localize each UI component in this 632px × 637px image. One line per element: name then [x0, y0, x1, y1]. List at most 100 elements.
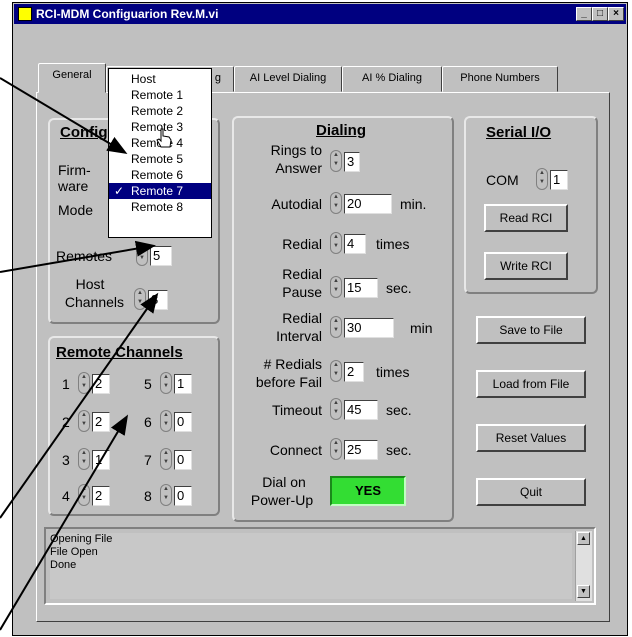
dial-power-label-1: Dial on [262, 474, 306, 490]
remote-channel-field[interactable]: 0 [174, 486, 192, 506]
com-stepper[interactable]: ▲ ▼ [536, 168, 548, 190]
rings-label-2: Answer [275, 160, 322, 176]
load-from-file-button[interactable]: Load from File [476, 370, 586, 398]
rings-stepper[interactable]: ▲ ▼ [330, 150, 342, 172]
log-line: Done [50, 559, 77, 571]
remote-channel-field[interactable]: 1 [174, 374, 192, 394]
tab-phone-numbers[interactable]: Phone Numbers [442, 66, 558, 92]
remote-channel-stepper[interactable]: ▲ ▼ [160, 372, 172, 394]
scroll-up-icon[interactable]: ▲ [577, 532, 590, 545]
log-scrollbar[interactable]: ▲ ▼ [575, 531, 592, 601]
redial-pause-label-2: Pause [282, 284, 322, 300]
dropdown-item-label: Remote 7 [131, 184, 184, 198]
redial-stepper[interactable]: ▲ ▼ [330, 232, 342, 254]
write-rci-button[interactable]: Write RCI [484, 252, 568, 280]
remote-channel-stepper[interactable]: ▲ ▼ [160, 484, 172, 506]
autodial-label: Autodial [271, 196, 322, 212]
remote-channel-stepper[interactable]: ▲ ▼ [78, 410, 90, 432]
connect-label: Connect [269, 442, 322, 458]
timeout-unit: sec. [386, 402, 412, 418]
hand-cursor-icon [156, 128, 172, 148]
redials-fail-field[interactable]: 2 [344, 362, 364, 382]
tab-ai-level-dialing[interactable]: AI Level Dialing [234, 66, 342, 92]
remotes-stepper[interactable]: ▲ ▼ [136, 244, 148, 266]
remote-channel-label: 5 [144, 376, 152, 392]
redial-interval-unit: min [410, 320, 433, 336]
dropdown-item-remote-1[interactable]: Remote 1 [109, 87, 211, 103]
tab-general[interactable]: General [38, 63, 106, 93]
redial-pause-unit: sec. [386, 280, 412, 296]
autodial-unit: min. [400, 196, 427, 212]
remotes-field[interactable]: 5 [150, 246, 172, 266]
autodial-stepper[interactable]: ▲ ▼ [330, 192, 342, 214]
remote-channel-label: 2 [62, 414, 70, 430]
config-header: Config [60, 124, 108, 141]
timeout-label: Timeout [271, 402, 322, 418]
remote-channel-label: 6 [144, 414, 152, 430]
save-to-file-button[interactable]: Save to File [476, 316, 586, 344]
remote-channel-field[interactable]: 1 [92, 450, 110, 470]
mode-label: Mode [58, 202, 94, 218]
dropdown-item-remote-7[interactable]: ✓ Remote 7 [109, 183, 211, 199]
remote-channel-label: 7 [144, 452, 152, 468]
redial-pause-stepper[interactable]: ▲ ▼ [330, 276, 342, 298]
close-icon[interactable]: × [608, 7, 624, 21]
tab-ai-percent-dialing[interactable]: AI % Dialing [342, 66, 442, 92]
autodial-field[interactable]: 20 [344, 194, 392, 214]
host-channels-label-2: Channels [64, 294, 124, 310]
remote-channel-field[interactable]: 2 [92, 412, 110, 432]
host-channels-label-1: Host [75, 276, 105, 292]
connect-field[interactable]: 25 [344, 440, 378, 460]
com-field[interactable]: 1 [550, 170, 568, 190]
redial-interval-field[interactable]: 30 [344, 318, 394, 338]
redial-interval-stepper[interactable]: ▲ ▼ [330, 316, 342, 338]
minimize-icon[interactable]: _ [576, 7, 592, 21]
mode-dropdown-menu[interactable]: Host Remote 1 Remote 2 Remote 3 Remote 4… [108, 68, 212, 238]
connect-stepper[interactable]: ▲ ▼ [330, 438, 342, 460]
remote-channel-stepper[interactable]: ▲ ▼ [78, 448, 90, 470]
remote-channel-stepper[interactable]: ▲ ▼ [78, 372, 90, 394]
maximize-icon[interactable]: □ [592, 7, 608, 21]
dropdown-item-remote-2[interactable]: Remote 2 [109, 103, 211, 119]
host-channels-field[interactable]: 8 [148, 290, 168, 310]
dropdown-item-remote-8[interactable]: Remote 8 [109, 199, 211, 215]
timeout-field[interactable]: 45 [344, 400, 378, 420]
title-bar[interactable]: RCI-MDM Configuarion Rev.M.vi _ □ × [14, 4, 626, 24]
rings-field[interactable]: 3 [344, 152, 360, 172]
remote-channel-field[interactable]: 2 [92, 374, 110, 394]
remote-channel-field[interactable]: 0 [174, 412, 192, 432]
host-channels-stepper[interactable]: ▲ ▼ [134, 288, 146, 310]
remote-channels-group [48, 336, 220, 516]
dropdown-item-host[interactable]: Host [109, 71, 211, 87]
dial-on-power-up-toggle[interactable]: YES [330, 476, 406, 506]
dropdown-item-remote-6[interactable]: Remote 6 [109, 167, 211, 183]
remote-channel-stepper[interactable]: ▲ ▼ [160, 448, 172, 470]
remote-channel-stepper[interactable]: ▲ ▼ [78, 484, 90, 506]
redial-interval-label-1: Redial [282, 310, 322, 326]
checkmark-icon: ✓ [114, 184, 125, 198]
redials-fail-label-2: before Fail [255, 374, 322, 390]
redials-fail-unit: times [376, 364, 410, 380]
read-rci-button[interactable]: Read RCI [484, 204, 568, 232]
dial-power-label-2: Power-Up [250, 492, 314, 508]
redial-unit: times [376, 236, 410, 252]
remote-channel-stepper[interactable]: ▲ ▼ [160, 410, 172, 432]
reset-values-button[interactable]: Reset Values [476, 424, 586, 452]
redials-fail-stepper[interactable]: ▲ ▼ [330, 360, 342, 382]
redials-fail-label-1: # Redials [263, 356, 322, 372]
labview-app-icon [18, 7, 32, 21]
timeout-stepper[interactable]: ▲ ▼ [330, 398, 342, 420]
serial-io-header: Serial I/O [486, 124, 552, 141]
remote-channel-field[interactable]: 2 [92, 486, 110, 506]
dropdown-item-remote-5[interactable]: Remote 5 [109, 151, 211, 167]
scroll-down-icon[interactable]: ▼ [577, 585, 590, 598]
redial-field[interactable]: 4 [344, 234, 366, 254]
remote-channel-field[interactable]: 0 [174, 450, 192, 470]
firmware-label-2: ware [58, 178, 89, 194]
redial-pause-field[interactable]: 15 [344, 278, 378, 298]
quit-button[interactable]: Quit [476, 478, 586, 506]
remotes-label: Remotes [56, 248, 113, 264]
remote-channel-label: 4 [62, 488, 70, 504]
window-title: RCI-MDM Configuarion Rev.M.vi [36, 7, 219, 21]
status-log-text: Opening File File Open Done [50, 533, 572, 599]
